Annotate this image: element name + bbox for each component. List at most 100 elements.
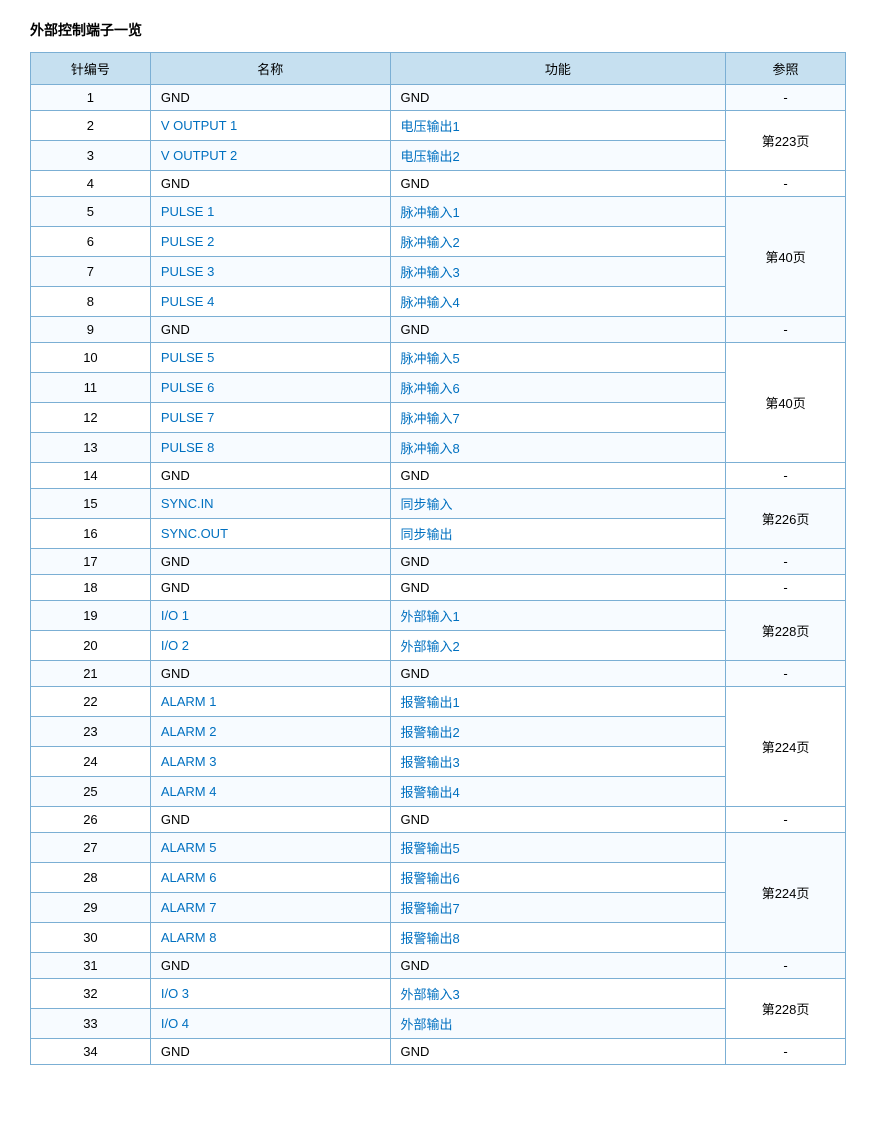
pin-number: 33	[31, 1009, 151, 1039]
table-row: 27ALARM 5报警输出5第224页	[31, 833, 846, 863]
terminal-name: ALARM 4	[150, 777, 390, 807]
table-row: 28ALARM 6报警输出6	[31, 863, 846, 893]
terminal-name: ALARM 5	[150, 833, 390, 863]
table-row: 8PULSE 4脉冲输入4	[31, 287, 846, 317]
terminal-name: I/O 2	[150, 631, 390, 661]
reference: -	[726, 1039, 846, 1065]
terminal-name: PULSE 6	[150, 373, 390, 403]
reference: 第40页	[726, 197, 846, 317]
pin-number: 14	[31, 463, 151, 489]
table-row: 15SYNC.IN同步输入第226页	[31, 489, 846, 519]
terminal-name: PULSE 3	[150, 257, 390, 287]
terminal-func: 同步输入	[390, 489, 726, 519]
terminal-name: I/O 1	[150, 601, 390, 631]
terminal-func: 报警输出7	[390, 893, 726, 923]
pin-number: 21	[31, 661, 151, 687]
terminal-func: 电压输出1	[390, 111, 726, 141]
terminal-name: I/O 3	[150, 979, 390, 1009]
table-row: 6PULSE 2脉冲输入2	[31, 227, 846, 257]
terminal-func: 同步输出	[390, 519, 726, 549]
reference: -	[726, 463, 846, 489]
pin-number: 8	[31, 287, 151, 317]
terminal-func: 报警输出2	[390, 717, 726, 747]
reference: -	[726, 549, 846, 575]
terminal-func: 脉冲输入1	[390, 197, 726, 227]
pin-number: 22	[31, 687, 151, 717]
table-row: 24ALARM 3报警输出3	[31, 747, 846, 777]
terminal-func: GND	[390, 171, 726, 197]
terminal-func: 脉冲输入8	[390, 433, 726, 463]
table-row: 3V OUTPUT 2电压输出2	[31, 141, 846, 171]
terminal-func: 外部输入1	[390, 601, 726, 631]
pin-number: 31	[31, 953, 151, 979]
pin-number: 5	[31, 197, 151, 227]
pin-number: 20	[31, 631, 151, 661]
pin-number: 12	[31, 403, 151, 433]
terminal-name: ALARM 7	[150, 893, 390, 923]
table-row: 1GNDGND-	[31, 85, 846, 111]
terminal-func: 脉冲输入4	[390, 287, 726, 317]
terminal-name: PULSE 1	[150, 197, 390, 227]
table-row: 34GNDGND-	[31, 1039, 846, 1065]
terminal-name: GND	[150, 549, 390, 575]
terminal-func: GND	[390, 317, 726, 343]
terminal-name: GND	[150, 85, 390, 111]
col-header-name: 名称	[150, 53, 390, 85]
pin-number: 6	[31, 227, 151, 257]
terminal-name: GND	[150, 953, 390, 979]
page-title: 外部控制端子一览	[30, 20, 846, 40]
reference: -	[726, 807, 846, 833]
table-row: 22ALARM 1报警输出1第224页	[31, 687, 846, 717]
pin-number: 3	[31, 141, 151, 171]
pin-number: 30	[31, 923, 151, 953]
terminal-func: 脉冲输入7	[390, 403, 726, 433]
pin-number: 11	[31, 373, 151, 403]
terminal-name: PULSE 4	[150, 287, 390, 317]
terminal-name: SYNC.OUT	[150, 519, 390, 549]
table-row: 4GNDGND-	[31, 171, 846, 197]
table-row: 29ALARM 7报警输出7	[31, 893, 846, 923]
pin-number: 26	[31, 807, 151, 833]
terminal-name: GND	[150, 317, 390, 343]
table-row: 10PULSE 5脉冲输入5第40页	[31, 343, 846, 373]
terminal-name: PULSE 2	[150, 227, 390, 257]
terminal-table: 针编号 名称 功能 参照 1GNDGND-2V OUTPUT 1电压输出1第22…	[30, 52, 846, 1065]
terminal-func: GND	[390, 575, 726, 601]
terminal-func: GND	[390, 1039, 726, 1065]
table-row: 32I/O 3外部输入3第228页	[31, 979, 846, 1009]
terminal-func: 外部输入3	[390, 979, 726, 1009]
terminal-func: GND	[390, 807, 726, 833]
terminal-func: 报警输出4	[390, 777, 726, 807]
terminal-func: 脉冲输入2	[390, 227, 726, 257]
pin-number: 4	[31, 171, 151, 197]
table-row: 12PULSE 7脉冲输入7	[31, 403, 846, 433]
table-row: 31GNDGND-	[31, 953, 846, 979]
reference: 第228页	[726, 979, 846, 1039]
pin-number: 7	[31, 257, 151, 287]
reference: -	[726, 317, 846, 343]
table-row: 18GNDGND-	[31, 575, 846, 601]
terminal-func: 脉冲输入5	[390, 343, 726, 373]
table-row: 9GNDGND-	[31, 317, 846, 343]
reference: -	[726, 171, 846, 197]
reference: -	[726, 85, 846, 111]
terminal-name: ALARM 1	[150, 687, 390, 717]
pin-number: 1	[31, 85, 151, 111]
reference: -	[726, 661, 846, 687]
terminal-name: ALARM 8	[150, 923, 390, 953]
col-header-func: 功能	[390, 53, 726, 85]
terminal-func: 报警输出8	[390, 923, 726, 953]
terminal-func: 报警输出6	[390, 863, 726, 893]
terminal-func: 脉冲输入3	[390, 257, 726, 287]
reference: 第224页	[726, 687, 846, 807]
terminal-name: ALARM 3	[150, 747, 390, 777]
pin-number: 25	[31, 777, 151, 807]
terminal-name: PULSE 5	[150, 343, 390, 373]
table-row: 5PULSE 1脉冲输入1第40页	[31, 197, 846, 227]
terminal-func: 外部输入2	[390, 631, 726, 661]
pin-number: 19	[31, 601, 151, 631]
table-row: 25ALARM 4报警输出4	[31, 777, 846, 807]
pin-number: 15	[31, 489, 151, 519]
table-row: 33I/O 4外部输出	[31, 1009, 846, 1039]
terminal-name: V OUTPUT 2	[150, 141, 390, 171]
